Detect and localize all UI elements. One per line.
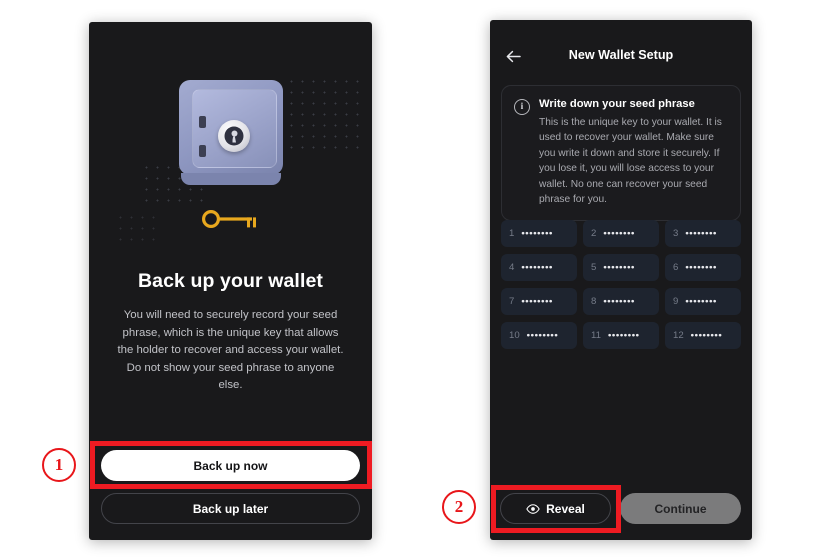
seed-word-cell[interactable]: 2 •••••••• <box>583 220 659 247</box>
safe-base <box>180 173 281 185</box>
safe-hinge-bottom <box>198 145 206 157</box>
seed-word-masked: •••••••• <box>603 262 636 273</box>
seed-word-number: 12 <box>673 330 684 341</box>
seed-word-cell[interactable]: 3 •••••••• <box>665 220 741 247</box>
seed-word-number: 1 <box>509 228 515 239</box>
seed-word-masked: •••••••• <box>607 330 640 341</box>
seed-word-masked: •••••••• <box>521 228 554 239</box>
back-up-later-button[interactable]: Back up later <box>101 493 360 524</box>
seed-word-cell[interactable]: 10 •••••••• <box>501 322 577 349</box>
keyhole-icon <box>224 126 244 146</box>
dot-grid-pattern-top-right <box>286 76 364 156</box>
seed-word-cell[interactable]: 12 •••••••• <box>665 322 741 349</box>
seed-word-cell[interactable]: 7 •••••••• <box>501 288 577 315</box>
seed-word-number: 9 <box>673 296 679 307</box>
seed-phrase-grid: 1 •••••••• 2 •••••••• 3 •••••••• 4 •••••••• 5 •••… <box>501 220 741 349</box>
right-phone-screen: New Wallet Setup i Write down your seed … <box>490 20 752 540</box>
safe-vault-icon <box>178 80 283 185</box>
info-card-body: This is the unique key to your wallet. I… <box>539 117 722 206</box>
key-icon-svg <box>201 209 256 229</box>
seed-word-cell[interactable]: 5 •••••••• <box>583 254 659 281</box>
seed-word-number: 6 <box>673 262 679 273</box>
step-badge-1: 1 <box>42 448 76 482</box>
keyhole-stem <box>232 136 236 143</box>
seed-word-cell[interactable]: 11 •••••••• <box>583 322 659 349</box>
dot-grid-pattern-bottom-left <box>115 212 163 242</box>
key-icon <box>200 208 262 235</box>
seed-word-cell[interactable]: 6 •••••••• <box>665 254 741 281</box>
continue-button[interactable]: Continue <box>620 493 741 524</box>
screen-header: New Wallet Setup <box>490 45 752 69</box>
seed-word-masked: •••••••• <box>685 228 718 239</box>
safe-door <box>191 89 277 168</box>
seed-word-cell[interactable]: 8 •••••••• <box>583 288 659 315</box>
seed-word-number: 7 <box>509 296 515 307</box>
seed-word-masked: •••••••• <box>521 262 554 273</box>
page-description: You will need to securely record your se… <box>117 309 344 391</box>
seed-word-cell[interactable]: 9 •••••••• <box>665 288 741 315</box>
backup-illustration <box>89 62 372 267</box>
keyhole-head <box>231 130 237 137</box>
seed-word-masked: •••••••• <box>526 330 559 341</box>
seed-word-number: 10 <box>509 330 520 341</box>
step-badge-2: 2 <box>442 490 476 524</box>
seed-word-cell[interactable]: 4 •••••••• <box>501 254 577 281</box>
info-card-text: Write down your seed phrase This is the … <box>539 98 727 207</box>
reveal-button-label: Reveal <box>546 501 585 516</box>
screen-title: New Wallet Setup <box>568 48 674 62</box>
safe-hinge-top <box>198 116 206 128</box>
seed-word-masked: •••••••• <box>690 330 723 341</box>
seed-word-masked: •••••••• <box>685 262 718 273</box>
safe-dial <box>218 120 250 152</box>
seed-word-cell[interactable]: 1 •••••••• <box>501 220 577 247</box>
seed-word-number: 11 <box>591 330 601 341</box>
info-card-title: Write down your seed phrase <box>539 98 695 110</box>
seed-word-masked: •••••••• <box>521 296 554 307</box>
seed-word-masked: •••••••• <box>603 228 636 239</box>
seed-word-masked: •••••••• <box>603 296 636 307</box>
seed-word-number: 3 <box>673 228 679 239</box>
seed-word-number: 5 <box>591 262 597 273</box>
reveal-button[interactable]: Reveal <box>500 493 611 524</box>
info-card: i Write down your seed phrase This is th… <box>501 85 741 222</box>
back-up-now-button[interactable]: Back up now <box>101 450 360 481</box>
info-circle-icon: i <box>514 99 530 115</box>
seed-word-number: 4 <box>509 262 515 273</box>
seed-word-number: 2 <box>591 228 597 239</box>
seed-word-masked: •••••••• <box>685 296 718 307</box>
seed-word-number: 8 <box>591 296 597 307</box>
eye-icon <box>526 503 540 514</box>
page-title: Back up your wallet <box>137 270 324 292</box>
